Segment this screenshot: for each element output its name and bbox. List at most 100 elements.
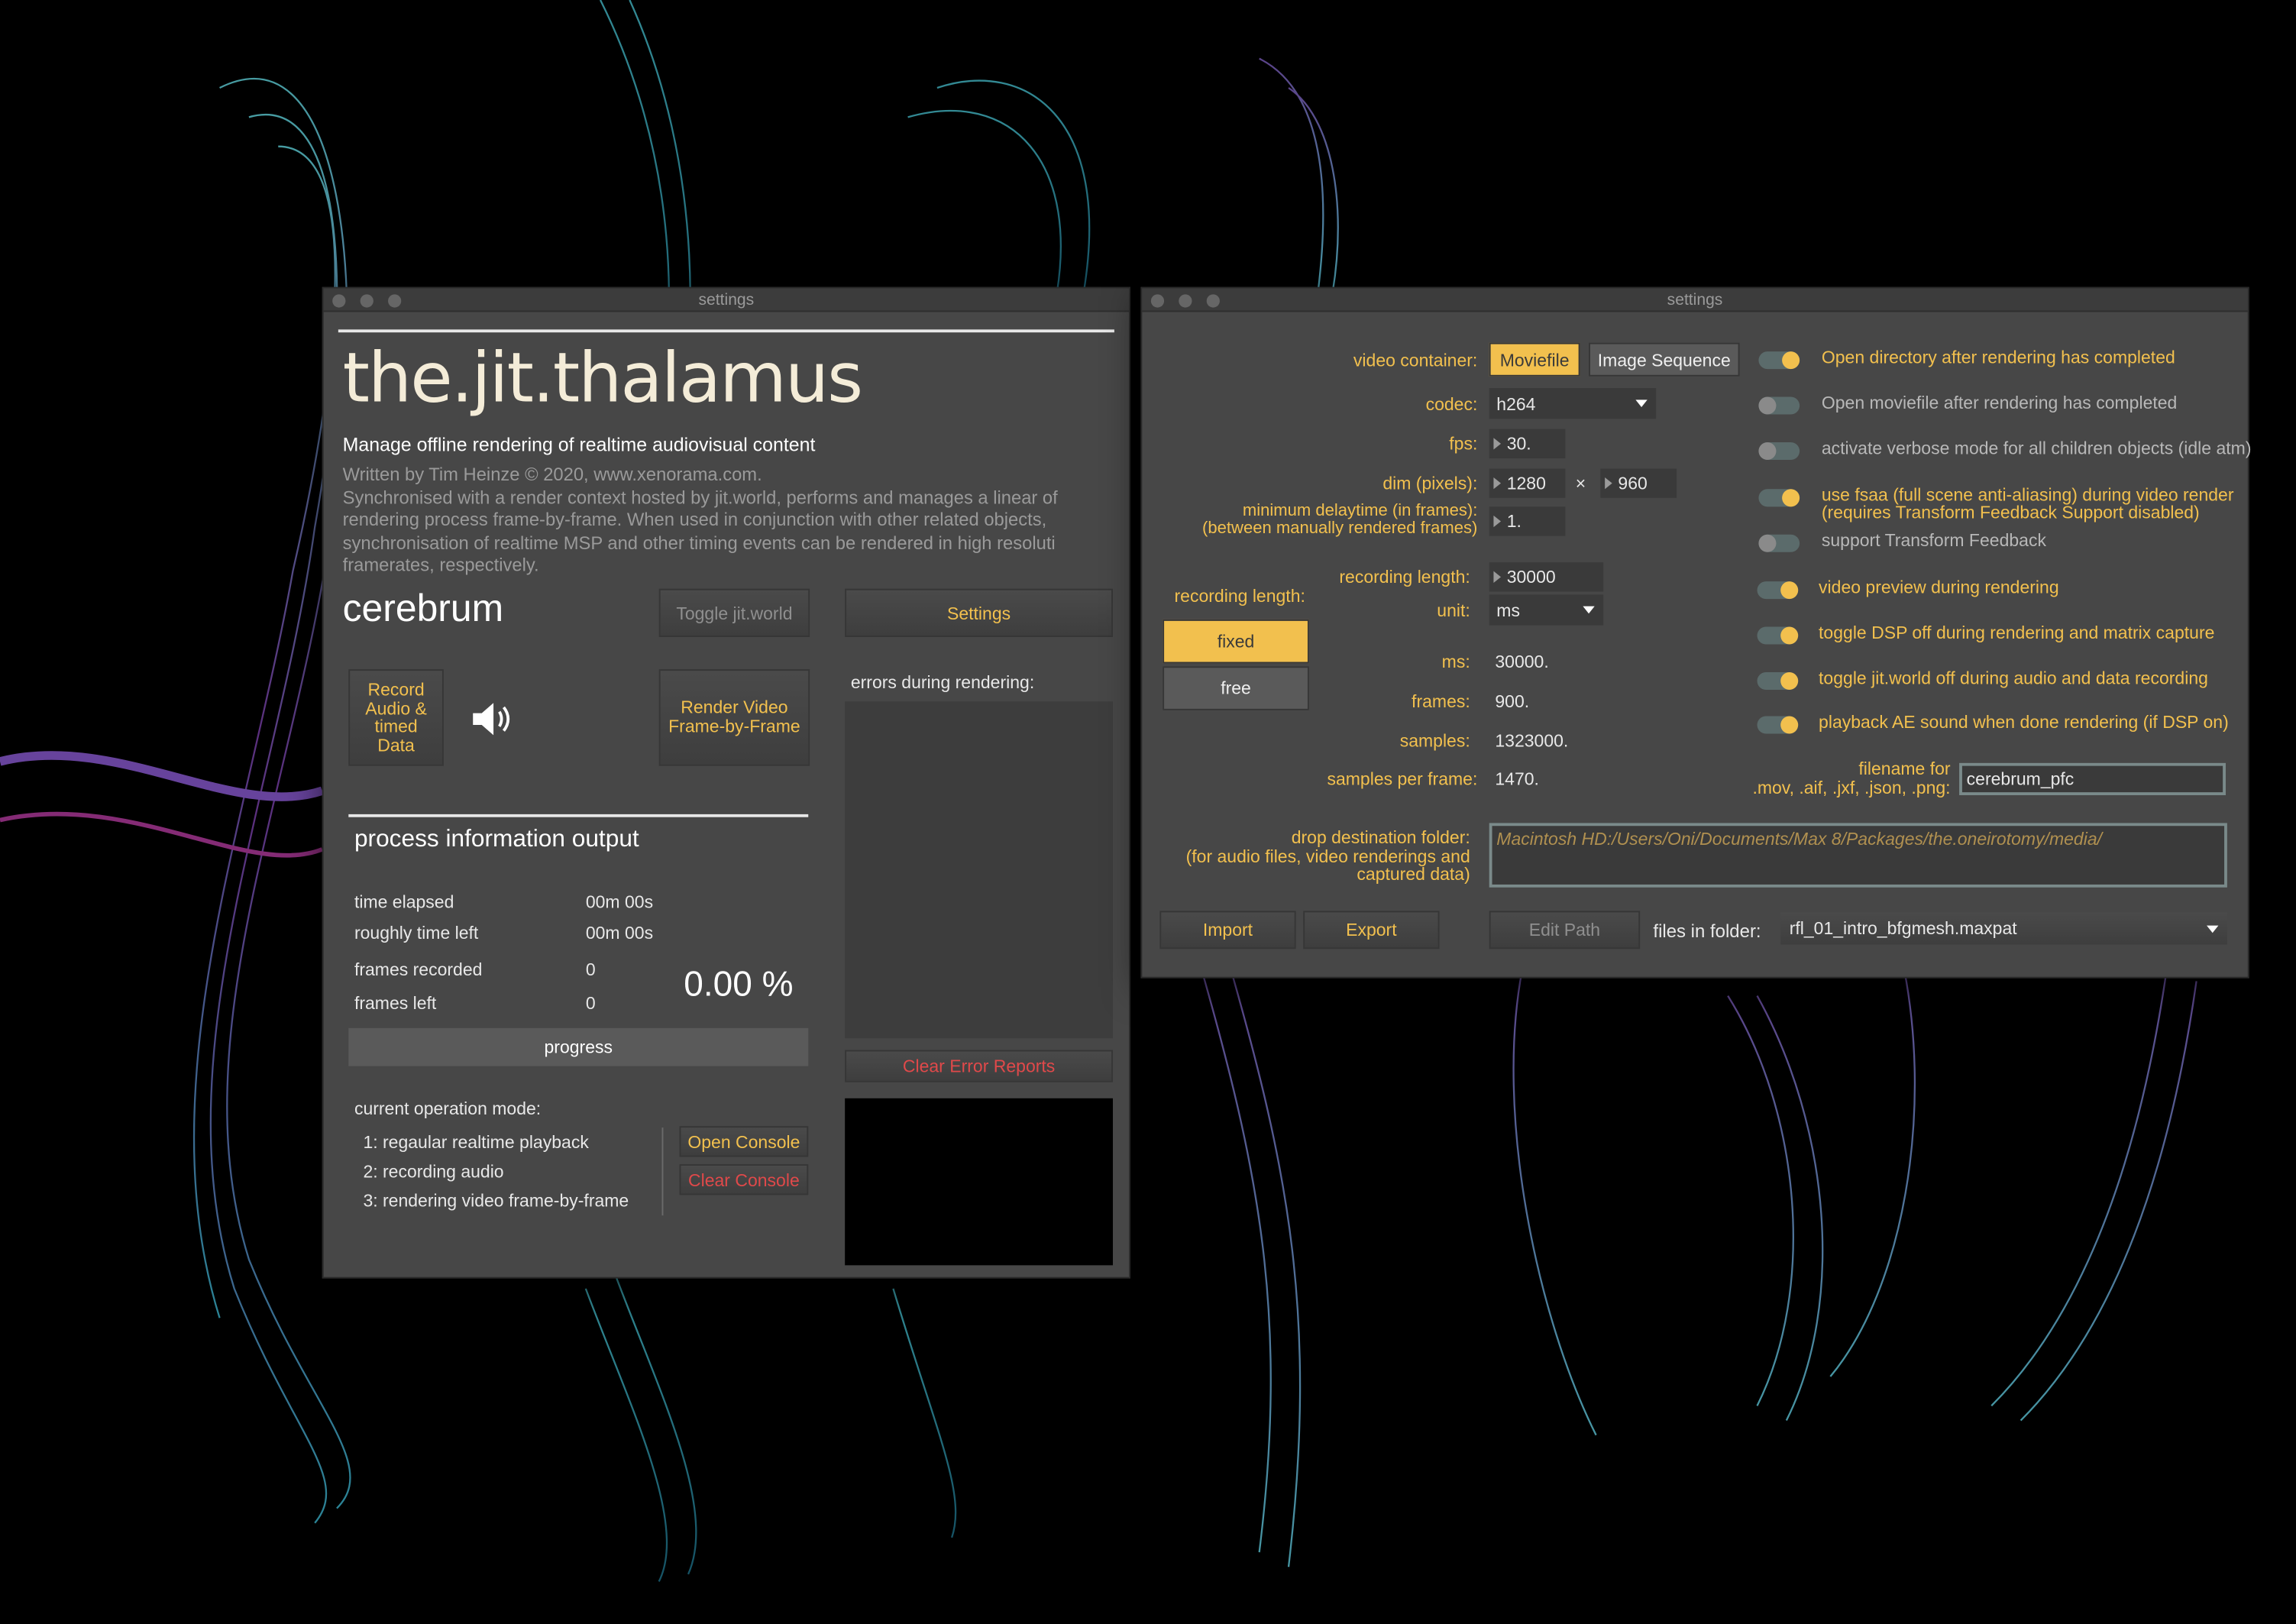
dim-times: ×: [1575, 473, 1586, 494]
option-label: toggle jit.world off during audio and da…: [1819, 669, 2208, 687]
option-label-line: playback AE sound when done rendering (i…: [1819, 711, 2229, 733]
path-value: Macintosh HD:/Users/Oni/Documents/Max 8/…: [1496, 829, 2103, 849]
option-label: toggle DSP off during rendering and matr…: [1819, 624, 2214, 642]
zoom-window-button[interactable]: [1206, 294, 1220, 308]
close-window-button[interactable]: [1150, 294, 1165, 308]
speaker-icon[interactable]: [470, 698, 514, 739]
option-label-line: use fsaa (full scene anti-aliasing) duri…: [1821, 484, 2234, 506]
edit-path-button[interactable]: Edit Path: [1489, 911, 1641, 949]
samples-per-frame-value: 1470.: [1495, 768, 1539, 790]
chevron-down-icon: [1583, 606, 1595, 614]
time-left-label: roughly time left: [354, 922, 479, 943]
min-delay-line: (between manually rendered frames): [1202, 519, 1478, 538]
toggle-knob: [1780, 716, 1799, 734]
codec-select[interactable]: h264: [1489, 388, 1657, 419]
option-toggle[interactable]: [1758, 442, 1800, 460]
description-line: rendering process frame-by-frame. When u…: [342, 510, 1047, 530]
option-toggle[interactable]: [1758, 351, 1800, 370]
toggle-knob: [1758, 396, 1777, 415]
unit-value: ms: [1496, 600, 1520, 621]
operation-mode-label: current operation mode:: [354, 1098, 542, 1119]
filename-label: filename for .mov, .aif, .jxf, .json, .p…: [1752, 759, 1951, 798]
option-toggle[interactable]: [1757, 671, 1799, 690]
min-delay-number[interactable]: 1.: [1489, 506, 1566, 536]
recording-length-number[interactable]: 30000: [1489, 562, 1604, 592]
drop-destination-folder[interactable]: Macintosh HD:/Users/Oni/Documents/Max 8/…: [1489, 823, 2227, 888]
option-label-line: Open directory after rendering has compl…: [1821, 347, 2175, 368]
option-label: Open directory after rendering has compl…: [1822, 348, 2175, 366]
app-title: the.jit.thalamus: [342, 338, 864, 419]
progress-bar: progress: [348, 1027, 809, 1066]
free-button[interactable]: free: [1163, 666, 1309, 710]
option-label: video preview during rendering: [1819, 578, 2059, 596]
dim-width-number[interactable]: 1280: [1489, 468, 1566, 498]
clear-error-reports-button[interactable]: Clear Error Reports: [845, 1050, 1113, 1082]
samples-value: 1323000.: [1495, 730, 1569, 752]
zoom-window-button[interactable]: [388, 294, 402, 308]
filename-input[interactable]: cerebrum_pfc: [1959, 762, 2226, 795]
option-toggle[interactable]: [1757, 716, 1799, 734]
mode-item: 3: rendering video frame-by-frame: [363, 1190, 629, 1212]
context-name: cerebrum: [342, 585, 504, 630]
title-divider: [338, 329, 1114, 333]
files-in-folder-label: files in folder:: [1653, 920, 1761, 942]
import-button[interactable]: Import: [1159, 911, 1296, 949]
option-label: activate verbose mode for all children o…: [1822, 439, 2252, 457]
render-video-button[interactable]: Render Video Frame-by-Frame: [658, 669, 810, 766]
option-toggle[interactable]: [1757, 581, 1799, 600]
render-label-line: Render Video: [681, 697, 788, 718]
unit-select[interactable]: ms: [1489, 594, 1604, 626]
toggle-knob: [1780, 626, 1799, 645]
export-button[interactable]: Export: [1303, 911, 1440, 949]
codec-label: codec:: [1425, 393, 1478, 415]
frames-left-label: frames left: [354, 992, 437, 1014]
option-toggle[interactable]: [1758, 489, 1800, 507]
image-sequence-button[interactable]: Image Sequence: [1589, 342, 1740, 377]
option-toggle[interactable]: [1758, 396, 1800, 415]
frames-recorded-label: frames recorded: [354, 959, 483, 980]
minimize-window-button[interactable]: [1179, 294, 1192, 308]
window-title: settings: [698, 291, 755, 309]
settings-button[interactable]: Settings: [845, 588, 1113, 637]
option-label-line: toggle jit.world off during audio and da…: [1819, 668, 2208, 689]
title-bar[interactable]: settings: [1142, 288, 2248, 312]
time-left-value: 00m 00s: [585, 922, 654, 943]
option-label-line: video preview during rendering: [1819, 577, 2059, 598]
frames-left-value: 0: [585, 992, 596, 1014]
record-audio-button[interactable]: Record Audio & timed Data: [348, 669, 444, 766]
moviefile-button[interactable]: Moviefile: [1489, 342, 1580, 377]
render-label-line: Frame-by-Frame: [668, 716, 800, 737]
fixed-button[interactable]: fixed: [1163, 619, 1309, 664]
render-settings-window: settings video container: Moviefile Imag…: [1140, 286, 2252, 979]
drop-folder-label: drop destination folder: (for audio file…: [1186, 829, 1470, 884]
option-toggle[interactable]: [1757, 626, 1799, 645]
toggle-knob: [1782, 489, 1800, 507]
errors-label: errors during rendering:: [850, 671, 1035, 693]
option-label-line: (requires Transform Feedback Support dis…: [1821, 502, 2200, 523]
close-window-button[interactable]: [332, 294, 346, 308]
record-label-line: Record: [367, 679, 425, 700]
clear-console-button[interactable]: Clear Console: [679, 1164, 809, 1195]
open-console-button[interactable]: Open Console: [679, 1126, 809, 1157]
record-label-line: Data: [377, 734, 415, 755]
frames-value: 900.: [1495, 691, 1530, 712]
file-value: rfl_01_intro_bfgmesh.maxpat: [1789, 918, 2017, 939]
option-toggle[interactable]: [1758, 534, 1800, 552]
record-label-line: Audio &: [365, 697, 427, 719]
dim-height-number[interactable]: 960: [1600, 468, 1677, 498]
option-label-line: activate verbose mode for all children o…: [1821, 438, 2252, 459]
filename-label-line: filename for: [1858, 759, 1951, 779]
filename-label-line: .mov, .aif, .jxf, .json, .png:: [1752, 777, 1951, 798]
min-delay-label: minimum delaytime (in frames): (between …: [1202, 503, 1477, 538]
fps-number[interactable]: 30.: [1489, 429, 1566, 459]
toggle-knob: [1780, 581, 1799, 600]
title-bar[interactable]: settings: [323, 288, 1130, 312]
process-title: process information output: [354, 826, 639, 852]
files-in-folder-select[interactable]: rfl_01_intro_bfgmesh.maxpat: [1780, 912, 2227, 945]
fps-label: fps:: [1449, 433, 1478, 455]
mode-item: 2: recording audio: [363, 1161, 504, 1182]
min-delay-line: minimum delaytime (in frames):: [1242, 502, 1478, 520]
description-line: framerates, respectively.: [342, 555, 539, 576]
toggle-jit-world-button[interactable]: Toggle jit.world: [658, 588, 810, 637]
minimize-window-button[interactable]: [360, 294, 374, 308]
